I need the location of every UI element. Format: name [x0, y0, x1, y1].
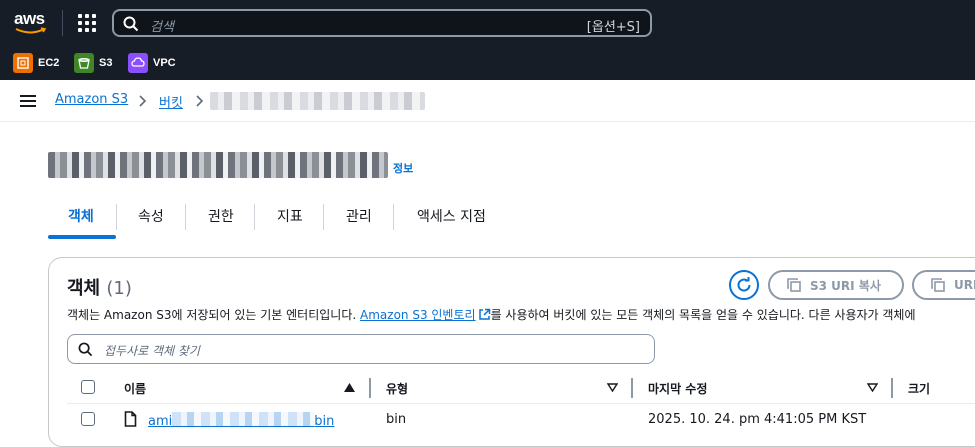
select-all-checkbox[interactable] — [81, 380, 95, 394]
aws-logo-text: aws — [14, 9, 45, 28]
object-name-end: bin — [314, 414, 335, 429]
copy-s3-uri-button[interactable]: S3 URI 복사 — [768, 270, 904, 300]
object-name-link[interactable]: ami bin — [148, 412, 334, 429]
object-name-start: ami — [148, 414, 173, 429]
tab-divider — [254, 204, 255, 230]
top-navigation-bar: aws 검색 [옵션+S] — [0, 0, 975, 47]
filter-placeholder: 접두사로 객체 찾기 — [104, 344, 200, 358]
tab-management[interactable]: 관리 — [346, 206, 372, 226]
copy-url-button[interactable]: URI — [912, 270, 975, 300]
tab-access-points[interactable]: 액세스 지점 — [417, 206, 486, 226]
favorite-s3[interactable]: S3 — [74, 53, 112, 73]
inventory-link[interactable]: Amazon S3 인벤토리 — [360, 308, 476, 322]
chevron-right-icon — [139, 95, 147, 107]
sort-icon[interactable] — [607, 383, 618, 392]
column-header-last-modified[interactable]: 마지막 수정 — [648, 380, 707, 397]
column-header-type[interactable]: 유형 — [386, 380, 408, 397]
tab-metrics[interactable]: 지표 — [277, 206, 303, 226]
services-menu-icon[interactable] — [78, 14, 96, 32]
refresh-button[interactable] — [729, 270, 759, 300]
object-last-modified: 2025. 10. 24. pm 4:41:05 PM KST — [648, 412, 867, 427]
ec2-icon — [13, 53, 33, 73]
refresh-icon — [737, 277, 751, 292]
aws-logo[interactable]: aws — [14, 9, 48, 37]
redacted-page-title — [48, 152, 388, 178]
description-text: 객체는 Amazon S3에 저장되어 있는 기본 엔터티입니다. — [67, 308, 357, 322]
favorite-label: VPC — [153, 57, 176, 69]
inventory-link-label: Amazon S3 인벤토리 — [360, 308, 476, 322]
tab-divider — [116, 204, 117, 230]
favorite-ec2[interactable]: EC2 — [13, 53, 59, 73]
description-text-after: 를 사용하여 버킷에 있는 모든 객체의 목록을 얻을 수 있습니다. 다른 사… — [490, 308, 916, 322]
object-type: bin — [386, 412, 407, 427]
breadcrumb-buckets[interactable]: 버킷 — [159, 92, 183, 111]
copy-url-label: URI — [954, 278, 975, 292]
column-resizer[interactable] — [369, 378, 371, 398]
favorite-label: EC2 — [38, 57, 60, 69]
tab-objects[interactable]: 객체 — [68, 206, 94, 226]
external-link-icon — [478, 308, 490, 320]
hamburger-menu-icon[interactable] — [20, 95, 36, 107]
search-icon — [123, 16, 139, 32]
chevron-right-icon — [196, 95, 204, 107]
tab-divider — [185, 204, 186, 230]
search-placeholder: 검색 — [150, 20, 174, 35]
sort-ascending-icon[interactable] — [344, 383, 355, 392]
objects-title-text: 객체 — [67, 278, 101, 299]
favorite-label: S3 — [99, 57, 113, 69]
table-header-divider — [67, 403, 975, 404]
favorite-vpc[interactable]: VPC — [128, 53, 176, 73]
s3-icon — [74, 53, 94, 73]
tab-divider — [323, 204, 324, 230]
topbar-divider — [62, 10, 63, 36]
redacted-bucket-name — [210, 92, 425, 110]
column-resizer[interactable] — [631, 378, 633, 398]
file-icon — [124, 411, 137, 427]
aws-smile-icon — [15, 27, 47, 34]
objects-panel-title: 객체 (1) — [67, 274, 132, 300]
objects-count: (1) — [106, 278, 132, 299]
prefix-filter-input[interactable]: 접두사로 객체 찾기 — [67, 334, 655, 364]
copy-icon — [787, 278, 801, 292]
column-resizer[interactable] — [891, 378, 893, 398]
copy-icon — [931, 278, 945, 292]
breadcrumb-bar: Amazon S3 버킷 — [0, 80, 975, 122]
copy-s3-uri-label: S3 URI 복사 — [810, 278, 881, 293]
favorites-bar: EC2 S3 VPC — [0, 47, 975, 80]
tab-properties[interactable]: 속성 — [138, 206, 164, 226]
row-checkbox[interactable] — [81, 412, 95, 426]
column-header-name[interactable]: 이름 — [124, 380, 146, 397]
column-header-size[interactable]: 크기 — [908, 380, 930, 397]
info-link[interactable]: 정보 — [393, 160, 413, 176]
objects-description: 객체는 Amazon S3에 저장되어 있는 기본 엔터티입니다. Amazon… — [67, 306, 916, 323]
tab-divider — [393, 204, 394, 230]
redacted-object-name — [172, 412, 315, 427]
tab-permissions[interactable]: 권한 — [208, 206, 234, 226]
vpc-icon — [128, 53, 148, 73]
active-tab-indicator — [48, 235, 116, 239]
global-search-input[interactable]: 검색 [옵션+S] — [112, 9, 652, 37]
sort-icon[interactable] — [867, 383, 878, 392]
search-shortcut-hint: [옵션+S] — [586, 20, 640, 35]
breadcrumb-amazon-s3[interactable]: Amazon S3 — [55, 92, 128, 107]
search-icon — [78, 342, 93, 357]
